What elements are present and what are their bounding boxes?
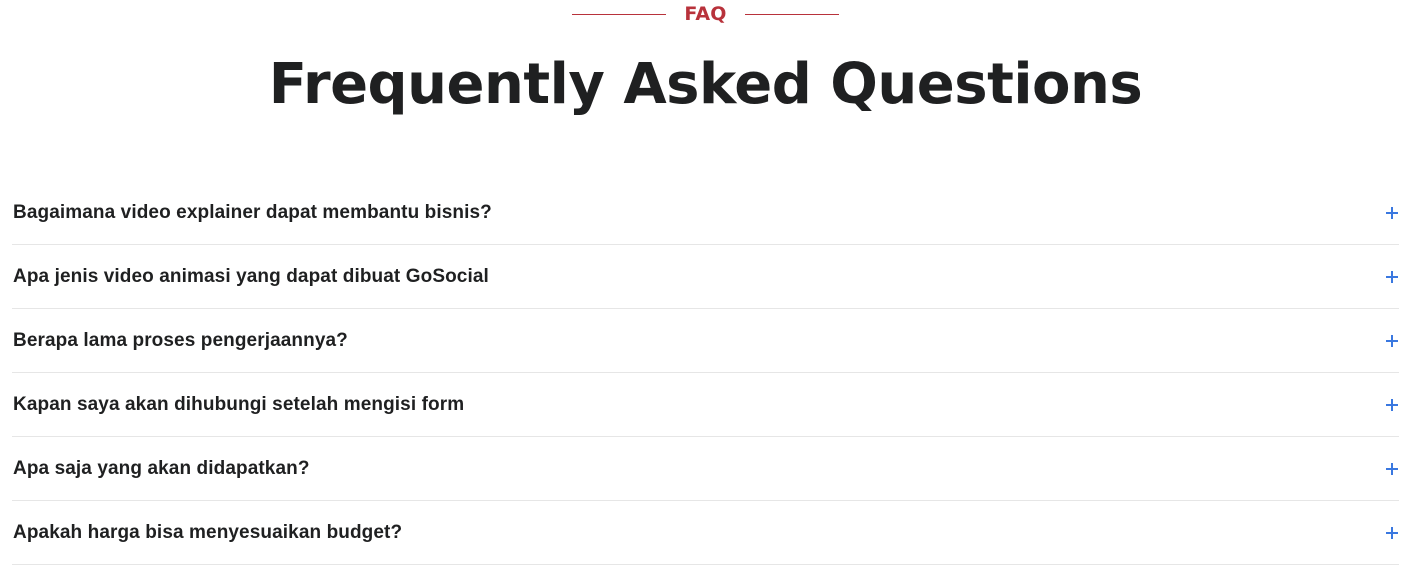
faq-accordion: Bagaimana video explainer dapat membantu… [12,181,1399,565]
plus-icon[interactable] [1386,398,1398,411]
faq-item-5[interactable]: Apa saja yang akan didapatkan? [12,437,1399,501]
faq-question: Berapa lama proses pengerjaannya? [13,329,348,351]
faq-question: Apakah harga bisa menyesuaikan budget? [13,521,403,543]
eyebrow-right-divider [744,13,839,15]
plus-icon[interactable] [1386,206,1398,219]
eyebrow-left-divider [572,13,667,15]
page-title: Frequently Asked Questions [268,52,1143,117]
faq-item-6[interactable]: Apakah harga bisa menyesuaikan budget? [12,501,1399,565]
faq-eyebrow: FAQ [0,0,1411,28]
faq-item-4[interactable]: Kapan saya akan dihubungi setelah mengis… [12,373,1399,437]
faq-item-1[interactable]: Bagaimana video explainer dapat membantu… [12,181,1399,245]
faq-question: Apa saja yang akan didapatkan? [13,457,310,479]
faq-item-2[interactable]: Apa jenis video animasi yang dapat dibua… [12,245,1399,309]
plus-icon[interactable] [1386,334,1398,347]
eyebrow-label: FAQ [684,3,727,25]
faq-item-3[interactable]: Berapa lama proses pengerjaannya? [12,309,1399,373]
plus-icon[interactable] [1386,526,1398,539]
faq-question: Bagaimana video explainer dapat membantu… [13,201,492,223]
faq-question: Kapan saya akan dihubungi setelah mengis… [13,393,465,415]
plus-icon[interactable] [1386,270,1398,283]
faq-question: Apa jenis video animasi yang dapat dibua… [13,265,489,287]
plus-icon[interactable] [1386,462,1398,475]
